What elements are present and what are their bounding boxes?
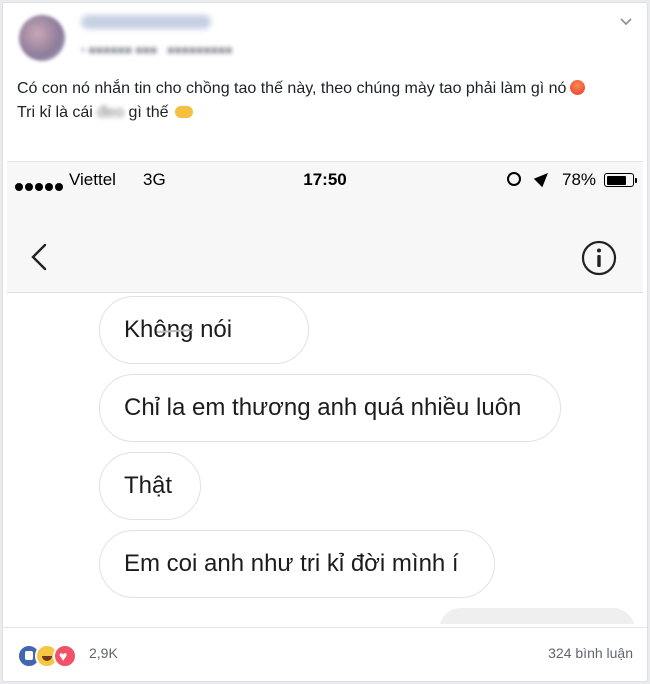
message-text: Thật (124, 472, 173, 499)
back-chevron-icon[interactable] (25, 242, 55, 272)
rotation-lock-icon (507, 172, 521, 186)
post-card: • ■■■■■■ ■■■ ■■■■■■■■■ Có con nó nhắn ti… (2, 2, 648, 682)
angry-face-icon (570, 80, 586, 95)
post-header: • ■■■■■■ ■■■ ■■■■■■■■■ (3, 3, 647, 67)
comment-count[interactable]: 324 bình luận (548, 645, 633, 661)
reactions-bar: 2,9K 324 bình luận (3, 627, 647, 681)
message-bubble[interactable]: Không nói (99, 296, 309, 364)
blurred-word: đeo (97, 104, 125, 121)
message-bubble[interactable]: Em coi anh như tri kỉ đời mình í (99, 530, 495, 598)
chat-navbar (7, 200, 643, 293)
post-meta-blurred: • ■■■■■■ ■■■ ■■■■■■■■■ (81, 43, 233, 57)
status-bar: Viettel 3G 17:50 78% (7, 162, 643, 200)
message-text: Em coi anh như tri kỉ đời mình í (124, 550, 459, 577)
post-text-line-2-start: Tri kỉ là cái (17, 104, 93, 121)
pointing-hand-icon (174, 106, 193, 118)
post-text: Có con nó nhắn tin cho chồng tao thế này… (17, 77, 627, 125)
battery-icon (604, 173, 637, 187)
message-bubble[interactable]: Thật (99, 452, 201, 520)
post-text-line-2: Tri kỉ là cái đeo gì thế (17, 101, 627, 125)
battery-percent: 78% (562, 170, 597, 189)
chevron-down-icon[interactable] (619, 15, 633, 29)
post-text-line-2-end: gì thế (128, 104, 169, 121)
reaction-count[interactable]: 2,9K (89, 645, 118, 661)
info-icon[interactable] (581, 240, 617, 276)
avatar[interactable] (19, 15, 65, 61)
message-bubble[interactable]: Chỉ la em thương anh quá nhiều luôn (99, 374, 561, 442)
post-text-line-1: Có con nó nhắn tin cho chồng tao thế này… (17, 77, 627, 101)
message-thread: Không nói Chỉ la em thương anh quá nhiều… (7, 292, 643, 624)
outgoing-message-bubble-partial[interactable] (439, 608, 635, 624)
message-text: Chỉ la em thương anh quá nhiều luôn (124, 394, 522, 421)
post-text-line-1-content: Có con nó nhắn tin cho chồng tao thế này… (17, 80, 567, 97)
reaction-icons[interactable] (17, 644, 77, 668)
phone-screenshot[interactable]: Viettel 3G 17:50 78% Không nói Chỉ la em (7, 161, 643, 624)
battery-fill (606, 175, 626, 185)
love-icon (53, 644, 77, 668)
author-name-blurred[interactable] (81, 15, 211, 29)
